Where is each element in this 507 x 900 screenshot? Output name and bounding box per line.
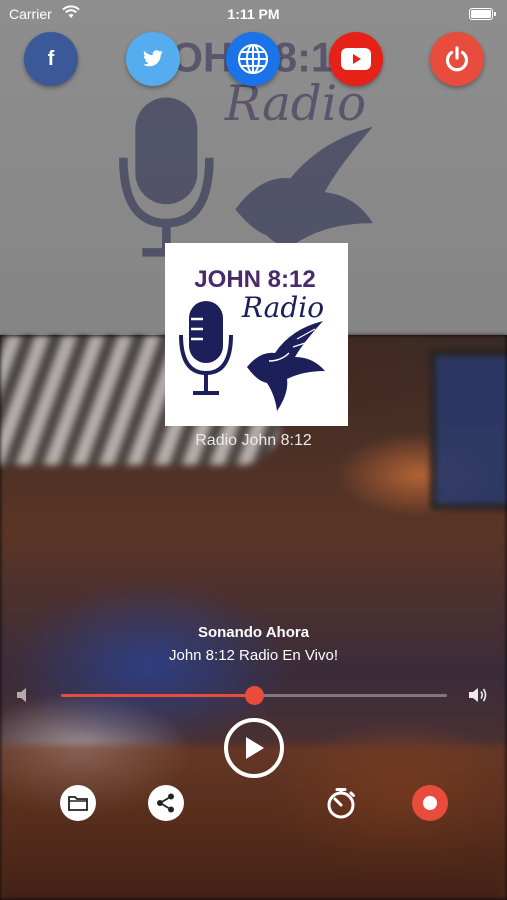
play-icon: [246, 737, 264, 759]
record-button[interactable]: [412, 785, 448, 821]
timer-icon: [327, 788, 355, 819]
globe-icon: [238, 44, 268, 74]
facebook-icon: f: [47, 47, 55, 70]
volume-thumb[interactable]: [245, 686, 264, 705]
volume-high-icon: [469, 688, 487, 702]
twitter-icon: [143, 50, 163, 67]
folder-icon: [68, 796, 88, 811]
power-icon: [445, 46, 469, 72]
volume-slider[interactable]: [61, 686, 447, 705]
twitter-button[interactable]: [126, 32, 180, 86]
clock: 1:11 PM: [227, 6, 280, 22]
record-icon: [423, 796, 437, 810]
now-playing-label: Sonando Ahora: [197, 624, 310, 641]
youtube-icon: [341, 48, 371, 70]
share-icon: [157, 793, 174, 813]
play-button[interactable]: [224, 718, 284, 778]
volume-low-icon: [17, 688, 26, 702]
website-button[interactable]: [226, 32, 280, 86]
volume-fill: [61, 694, 254, 697]
folder-button[interactable]: [60, 785, 96, 821]
facebook-button[interactable]: f: [24, 32, 78, 86]
timer-button[interactable]: [323, 785, 359, 821]
power-button[interactable]: [430, 32, 484, 86]
youtube-button[interactable]: [329, 32, 383, 86]
share-button[interactable]: [148, 785, 184, 821]
battery-icon: [469, 8, 496, 20]
status-bar: Carrier 1:11 PM: [0, 0, 507, 28]
logo-image: JOHN 8:12 Radio: [179, 266, 325, 411]
svg-text:Radio: Radio: [241, 291, 324, 324]
now-playing-title: John 8:12 Radio En Vivo!: [168, 647, 338, 664]
svg-text:JOHN 8:12: JOHN 8:12: [194, 266, 315, 293]
station-logo: JOHN 8:12 Radio: [165, 243, 348, 426]
station-name: Radio John 8:12: [195, 432, 312, 449]
